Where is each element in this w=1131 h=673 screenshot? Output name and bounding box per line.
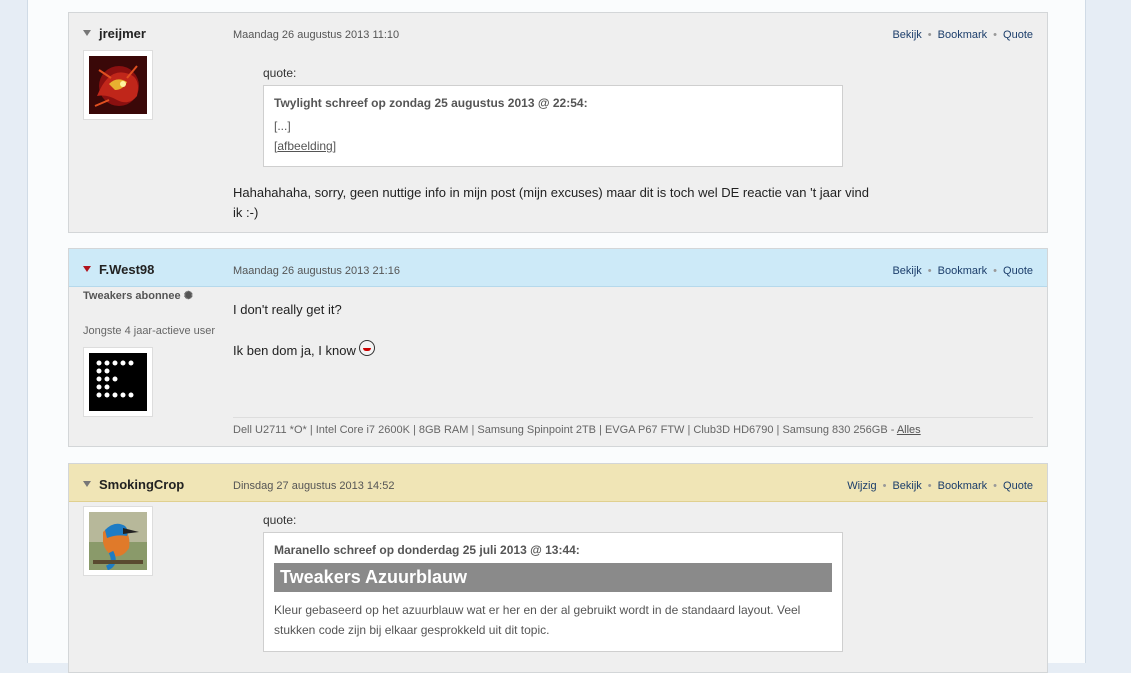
dots-avatar-image <box>89 353 147 411</box>
quote-line: [...] <box>274 119 291 133</box>
image-link[interactable]: afbeelding <box>277 139 332 153</box>
post-body: Hahahahaha, sorry, geen nuttige info in … <box>233 185 869 220</box>
quote-link[interactable]: Quote <box>1003 29 1033 41</box>
post-body: I don't really get it? Ik ben dom ja, I … <box>233 300 893 361</box>
bookmark-link[interactable]: Bookmark <box>938 265 988 277</box>
collapse-triangle-icon[interactable] <box>83 481 91 487</box>
post-header: F.West98 Maandag 26 augustus 2013 21:16 … <box>69 249 1047 287</box>
quote-header: Twylight schreef op zondag 25 augustus 2… <box>274 96 588 110</box>
post-header: jreijmer Maandag 26 augustus 2013 11:10 … <box>69 13 1047 50</box>
post-date: Dinsdag 27 augustus 2013 14:52 <box>233 480 395 492</box>
quote-header: Maranello schreef op donderdag 25 juli 2… <box>274 543 580 557</box>
quote-box: Maranello schreef op donderdag 25 juli 2… <box>263 532 843 652</box>
quote-text: Kleur gebaseerd op het azuurblauw wat er… <box>274 603 801 637</box>
view-link[interactable]: Bekijk <box>892 480 921 492</box>
post-author[interactable]: F.West98 <box>83 262 154 277</box>
avatar[interactable] <box>83 506 153 576</box>
edit-link[interactable]: Wijzig <box>847 480 876 492</box>
quote-link[interactable]: Quote <box>1003 480 1033 492</box>
collapse-triangle-icon[interactable] <box>83 266 91 272</box>
avatar[interactable] <box>83 50 153 120</box>
quote-line: [afbeelding] <box>274 139 337 153</box>
forum-post: SmokingCrop Dinsdag 27 augustus 2013 14:… <box>68 463 1048 673</box>
post-date: Maandag 26 augustus 2013 11:10 <box>233 29 400 41</box>
signature: Dell U2711 *O* | Intel Core i7 2600K | 8… <box>233 417 1033 436</box>
signature-more-link[interactable]: Alles <box>897 424 921 436</box>
view-link[interactable]: Bekijk <box>892 29 921 41</box>
post-author[interactable]: jreijmer <box>83 26 146 41</box>
quote-title: Tweakers Azuurblauw <box>274 563 832 592</box>
user-badge: Tweakers abonnee ✺ <box>83 290 193 302</box>
view-link[interactable]: Bekijk <box>892 265 921 277</box>
smiley-icon <box>358 340 375 356</box>
gear-icon: ✺ <box>183 290 193 302</box>
post-actions: Bekijk • Bookmark • Quote <box>892 29 1033 41</box>
bookmark-link[interactable]: Bookmark <box>938 29 988 41</box>
bookmark-link[interactable]: Bookmark <box>938 480 988 492</box>
post-actions: Wijzig • Bekijk • Bookmark • Quote <box>847 480 1033 492</box>
post-date: Maandag 26 augustus 2013 21:16 <box>233 265 400 277</box>
forum-page: jreijmer Maandag 26 augustus 2013 11:10 … <box>27 0 1086 673</box>
dragon-avatar-image <box>89 56 147 114</box>
kingfisher-avatar-image <box>89 512 147 571</box>
forum-post: jreijmer Maandag 26 augustus 2013 11:10 … <box>68 12 1048 233</box>
forum-post: F.West98 Maandag 26 augustus 2013 21:16 … <box>68 248 1048 447</box>
post-actions: Bekijk • Bookmark • Quote <box>892 265 1033 277</box>
post-header: SmokingCrop Dinsdag 27 augustus 2013 14:… <box>69 464 1047 502</box>
quote-label: quote: <box>263 66 297 80</box>
post-author[interactable]: SmokingCrop <box>83 477 184 492</box>
quote-link[interactable]: Quote <box>1003 265 1033 277</box>
avatar[interactable] <box>83 347 153 417</box>
quote-label: quote: <box>263 513 297 527</box>
user-note: Jongste 4 jaar-actieve user <box>83 325 216 337</box>
collapse-triangle-icon[interactable] <box>83 30 91 36</box>
quote-box: Twylight schreef op zondag 25 augustus 2… <box>263 85 843 167</box>
